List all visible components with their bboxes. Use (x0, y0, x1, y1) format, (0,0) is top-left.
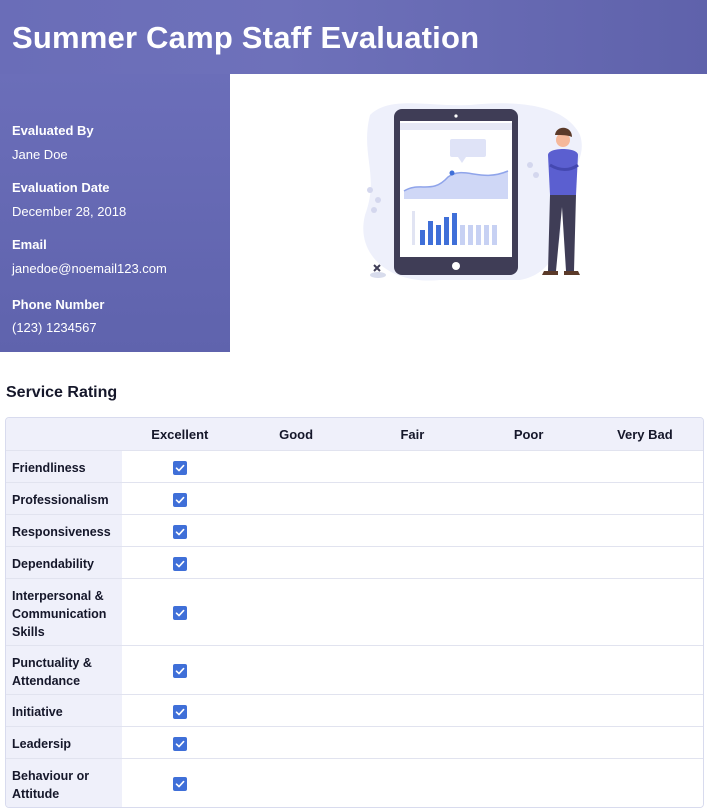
rating-cell-very-bad[interactable] (586, 759, 703, 807)
rating-cell-poor[interactable] (470, 579, 587, 645)
rating-cell-poor[interactable] (470, 695, 587, 726)
rating-cell-good[interactable] (237, 579, 355, 645)
rating-cell-good[interactable] (237, 695, 355, 726)
checkbox-checked-icon[interactable] (172, 460, 187, 475)
checkbox-checked-icon[interactable] (172, 777, 187, 791)
rating-cell-very-bad[interactable] (586, 515, 703, 546)
rating-cell-good[interactable] (237, 515, 355, 546)
rating-cell-excellent[interactable] (121, 695, 238, 726)
table-row: Responsiveness (6, 514, 703, 546)
rating-cell-fair[interactable] (354, 695, 471, 726)
evaluated-by-label: Evaluated By (12, 123, 94, 138)
rating-cell-good[interactable] (237, 451, 355, 482)
email-value: janedoe@noemail123.com (12, 261, 167, 276)
rating-cell-excellent[interactable] (121, 547, 238, 578)
rating-cell-fair[interactable] (354, 579, 471, 645)
criterion-label: Initiative (6, 695, 122, 726)
column-excellent: Excellent (151, 426, 209, 442)
checkbox-checked-icon[interactable] (172, 606, 187, 620)
rating-cell-excellent[interactable] (121, 515, 238, 546)
email-label: Email (12, 237, 47, 252)
column-poor: Poor (513, 426, 544, 442)
rating-cell-poor[interactable] (470, 646, 587, 694)
rating-cell-very-bad[interactable] (586, 695, 703, 726)
table-row: Initiative (6, 694, 703, 726)
table-header-row: Excellent Good Fair Poor Very Bad (6, 418, 703, 450)
rating-cell-excellent[interactable] (121, 579, 238, 645)
criterion-label: Professionalism (6, 483, 122, 514)
rating-cell-poor[interactable] (470, 483, 587, 514)
rating-cell-poor[interactable] (470, 515, 587, 546)
table-row: Friendliness (6, 450, 703, 482)
service-rating-table: Excellent Good Fair Poor Very Bad Friend… (5, 417, 704, 808)
rating-cell-excellent[interactable] (121, 646, 238, 694)
rating-cell-very-bad[interactable] (586, 451, 703, 482)
criterion-label: Punctuality & Attendance (6, 646, 122, 694)
rating-cell-fair[interactable] (354, 727, 471, 758)
table-row: Dependability (6, 546, 703, 578)
rating-cell-good[interactable] (237, 646, 355, 694)
checkbox-checked-icon[interactable] (172, 736, 187, 751)
column-very-bad: Very Bad (617, 426, 673, 442)
rating-cell-excellent[interactable] (121, 759, 238, 807)
rating-cell-very-bad[interactable] (586, 727, 703, 758)
rating-cell-fair[interactable] (354, 547, 471, 578)
checkbox-checked-icon[interactable] (172, 704, 187, 719)
rating-cell-very-bad[interactable] (586, 579, 703, 645)
rating-cell-good[interactable] (237, 547, 355, 578)
criterion-label: Responsiveness (6, 515, 122, 546)
evaluation-date-value: December 28, 2018 (12, 204, 127, 219)
rating-cell-fair[interactable] (354, 759, 471, 807)
column-good: Good (279, 426, 314, 442)
rating-cell-fair[interactable] (354, 483, 471, 514)
checkbox-checked-icon[interactable] (172, 524, 187, 539)
phone-value: (123) 1234567 (12, 320, 97, 335)
rating-cell-excellent[interactable] (121, 451, 238, 482)
evaluator-info-panel: Evaluated By Jane Doe Evaluation Date De… (0, 74, 230, 352)
tablet-analytics-illustration (363, 103, 582, 281)
rating-cell-poor[interactable] (470, 759, 587, 807)
rating-cell-excellent[interactable] (121, 483, 238, 514)
criterion-label: Leadersip (6, 727, 122, 758)
rating-cell-excellent[interactable] (121, 727, 238, 758)
column-fair: Fair (400, 426, 425, 442)
table-row: Leadersip (6, 726, 703, 758)
criterion-label: Behaviour or Attitude (6, 759, 122, 807)
rating-cell-very-bad[interactable] (586, 547, 703, 578)
page-header: Summer Camp Staff Evaluation (0, 0, 707, 74)
rating-cell-very-bad[interactable] (586, 483, 703, 514)
table-row: Professionalism (6, 482, 703, 514)
rating-cell-good[interactable] (237, 727, 355, 758)
page-title: Summer Camp Staff Evaluation (12, 20, 480, 55)
rating-cell-fair[interactable] (354, 451, 471, 482)
checkbox-checked-icon[interactable] (172, 492, 187, 507)
criterion-label: Interpersonal & Communication Skills (6, 579, 122, 645)
evaluated-by-value: Jane Doe (12, 147, 68, 162)
rating-cell-poor[interactable] (470, 451, 587, 482)
rating-cell-good[interactable] (237, 759, 355, 807)
table-row: Behaviour or Attitude (6, 758, 703, 807)
service-rating-title: Service Rating (6, 384, 118, 401)
checkbox-checked-icon[interactable] (172, 664, 187, 678)
rating-cell-fair[interactable] (354, 515, 471, 546)
criterion-label: Dependability (6, 547, 122, 578)
phone-label: Phone Number (12, 297, 105, 312)
rating-cell-poor[interactable] (470, 547, 587, 578)
table-row: Interpersonal & Communication Skills (6, 578, 703, 645)
rating-cell-poor[interactable] (470, 727, 587, 758)
rating-cell-good[interactable] (237, 483, 355, 514)
evaluation-date-label: Evaluation Date (12, 180, 110, 195)
rating-cell-very-bad[interactable] (586, 646, 703, 694)
rating-cell-fair[interactable] (354, 646, 471, 694)
table-row: Punctuality & Attendance (6, 645, 703, 694)
checkbox-checked-icon[interactable] (172, 556, 187, 571)
criterion-label: Friendliness (6, 451, 122, 482)
